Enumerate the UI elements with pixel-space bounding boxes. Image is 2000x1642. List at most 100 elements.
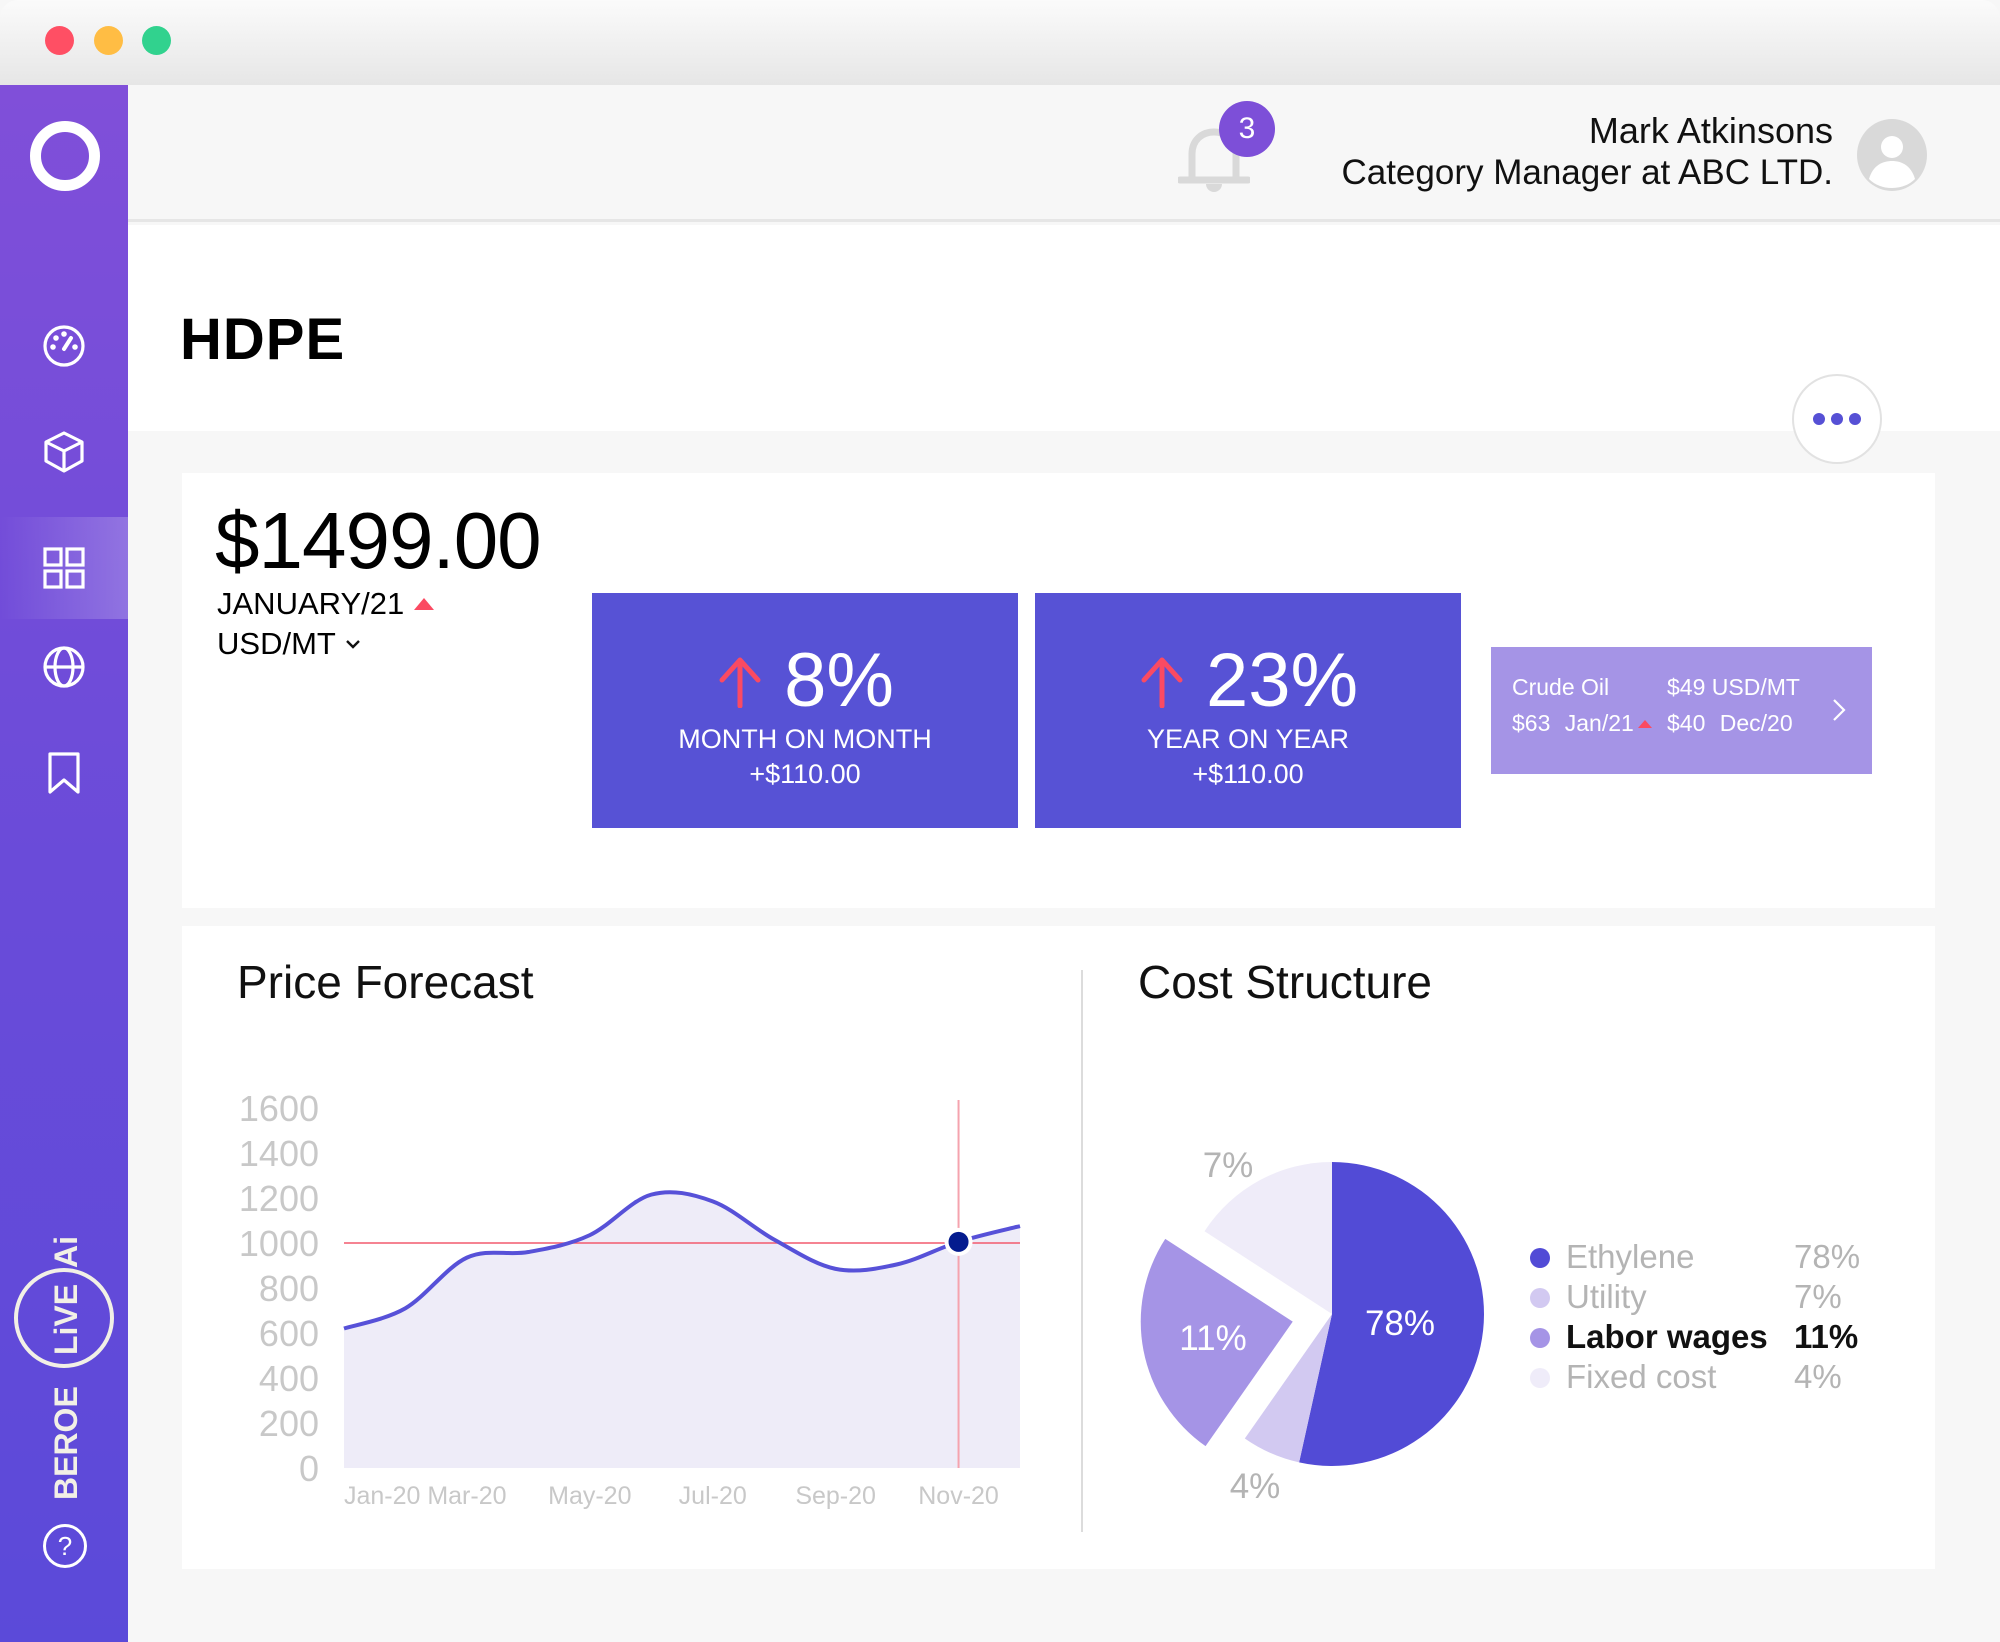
brand-ai-text: Ai xyxy=(48,1236,84,1268)
month-on-month-card[interactable]: 8% MONTH ON MONTH +$110.00 xyxy=(592,593,1018,828)
price-forecast-chart[interactable]: 02004006008001000120014001600 Jan-20 Mar-2… xyxy=(200,1080,1060,1520)
legend-label: Labor wages xyxy=(1566,1318,1768,1355)
current-price: $1499.00 xyxy=(215,496,542,585)
legend-value: 4% xyxy=(1794,1358,1842,1395)
x-tick-label: Nov-20 xyxy=(918,1482,999,1510)
pie-slice-label: 7% xyxy=(1203,1146,1254,1185)
sidebar-item-categories[interactable] xyxy=(0,517,128,619)
y-tick-label: 1200 xyxy=(239,1178,319,1219)
app-logo-icon[interactable] xyxy=(30,121,100,191)
mom-delta: +$110.00 xyxy=(749,759,861,789)
cost-structure-pie[interactable]: 78% 4% 11% 7% xyxy=(1120,1120,1540,1540)
help-button[interactable]: ? xyxy=(43,1524,87,1568)
y-tick-label: 400 xyxy=(259,1358,319,1399)
y-tick-label: 0 xyxy=(299,1448,319,1489)
more-dot-icon xyxy=(1831,413,1843,425)
crude-oil-card[interactable]: Crude Oil $49 USD/MT $63 Jan/21 $40 Dec/… xyxy=(1491,647,1872,774)
y-tick-label: 600 xyxy=(259,1313,319,1354)
mom-label: MONTH ON MONTH xyxy=(678,724,932,754)
legend-swatch-icon xyxy=(1530,1288,1550,1308)
forecast-area-fill xyxy=(344,1192,1020,1468)
y-tick-label: 1400 xyxy=(239,1133,319,1174)
page-title: HDPE xyxy=(180,307,346,372)
sidebar-item-bookmarks[interactable] xyxy=(0,723,128,823)
brand-live-text: LiVE xyxy=(48,1284,84,1355)
grid-icon xyxy=(43,547,85,589)
brand-beroe-text: BEROE xyxy=(48,1386,84,1500)
crude-jan: $63 Jan/21 xyxy=(1512,710,1652,737)
x-tick-label: Jul-20 xyxy=(679,1482,747,1510)
legend-item[interactable]: Fixed cost 4% xyxy=(1530,1358,1890,1398)
pie-slice-label: 4% xyxy=(1230,1467,1281,1506)
period-label: JANUARY/21 xyxy=(217,586,405,621)
unit-label: USD/MT xyxy=(217,626,336,661)
legend-item[interactable]: Labor wages 11% xyxy=(1530,1318,1890,1358)
legend-label: Utility xyxy=(1566,1278,1647,1315)
close-window-button[interactable] xyxy=(45,26,74,55)
period-selector[interactable]: JANUARY/21 xyxy=(217,586,435,622)
cost-structure-title: Cost Structure xyxy=(1138,956,1432,1008)
crude-jan-value: $63 xyxy=(1512,710,1551,736)
help-icon: ? xyxy=(57,1530,73,1561)
legend-value: 78% xyxy=(1794,1238,1861,1275)
trend-up-icon xyxy=(414,598,435,610)
crude-dec: $40 Dec/20 xyxy=(1667,710,1793,737)
legend-label: Fixed cost xyxy=(1566,1358,1717,1395)
legend-value: 11% xyxy=(1794,1318,1859,1355)
chevron-down-icon xyxy=(345,640,360,649)
crude-dec-value: $40 xyxy=(1667,710,1706,736)
x-tick-label: May-20 xyxy=(548,1482,631,1510)
sidebar-item-products[interactable] xyxy=(0,402,128,502)
legend-swatch-icon xyxy=(1530,1368,1550,1388)
crude-dec-label: Dec/20 xyxy=(1719,710,1793,736)
user-name: Mark Atkinsons xyxy=(1588,110,1833,151)
arrow-up-icon xyxy=(1141,657,1183,708)
legend-label: Ethylene xyxy=(1566,1238,1695,1275)
yoy-percent: 23% xyxy=(1205,638,1359,723)
legend-swatch-icon xyxy=(1530,1328,1550,1348)
y-tick-label: 1600 xyxy=(239,1088,319,1129)
beroe-live-ai-logo: LiVE Ai BEROE xyxy=(14,1236,114,1500)
crude-jan-label: Jan/21 xyxy=(1564,710,1634,736)
sidebar: LiVE Ai BEROE ? xyxy=(0,85,128,1642)
more-options-button[interactable] xyxy=(1792,374,1882,464)
unit-dropdown[interactable]: USD/MT xyxy=(217,626,362,662)
x-tick-label: Mar-20 xyxy=(427,1482,506,1510)
year-on-year-card[interactable]: 23% YEAR ON YEAR +$110.00 xyxy=(1035,593,1461,828)
pie-slice-label: 78% xyxy=(1365,1304,1435,1343)
maximize-window-button[interactable] xyxy=(142,26,171,55)
window-titlebar xyxy=(0,0,2000,85)
legend-item[interactable]: Ethylene 78% xyxy=(1530,1238,1890,1278)
bookmark-icon xyxy=(48,752,80,794)
mom-percent: 8% xyxy=(784,638,894,723)
y-tick-label: 1000 xyxy=(239,1223,319,1264)
crude-name: Crude Oil xyxy=(1512,674,1610,700)
panel-divider xyxy=(1081,970,1083,1532)
globe-icon xyxy=(43,646,85,688)
sidebar-item-dashboard[interactable] xyxy=(0,296,128,396)
y-tick-label: 200 xyxy=(259,1403,319,1444)
avatar[interactable] xyxy=(1857,119,1927,191)
minimize-window-button[interactable] xyxy=(94,26,123,55)
x-tick-label: Jan-20 xyxy=(344,1482,420,1510)
trend-up-icon xyxy=(1637,719,1652,728)
sidebar-item-global[interactable] xyxy=(0,617,128,717)
more-dot-icon xyxy=(1813,413,1825,425)
legend-item[interactable]: Utility 7% xyxy=(1530,1278,1890,1318)
chevron-right-icon[interactable] xyxy=(1831,697,1847,723)
arrow-up-icon xyxy=(719,657,761,708)
user-role: Category Manager at ABC LTD. xyxy=(1341,153,1833,192)
pie-slice-label: 11% xyxy=(1179,1319,1246,1358)
yoy-delta: +$110.00 xyxy=(1192,759,1304,789)
legend-swatch-icon xyxy=(1530,1248,1550,1268)
highlight-point[interactable] xyxy=(948,1231,969,1252)
page-title-area xyxy=(128,225,2000,431)
speedometer-icon xyxy=(43,325,85,367)
user-avatar-icon xyxy=(1869,136,1915,188)
cube-icon xyxy=(44,431,84,473)
y-tick-label: 800 xyxy=(259,1268,319,1309)
more-dot-icon xyxy=(1849,413,1861,425)
x-tick-label: Sep-20 xyxy=(795,1482,876,1510)
notification-count-badge[interactable]: 3 xyxy=(1219,101,1275,157)
legend-value: 7% xyxy=(1794,1278,1842,1315)
